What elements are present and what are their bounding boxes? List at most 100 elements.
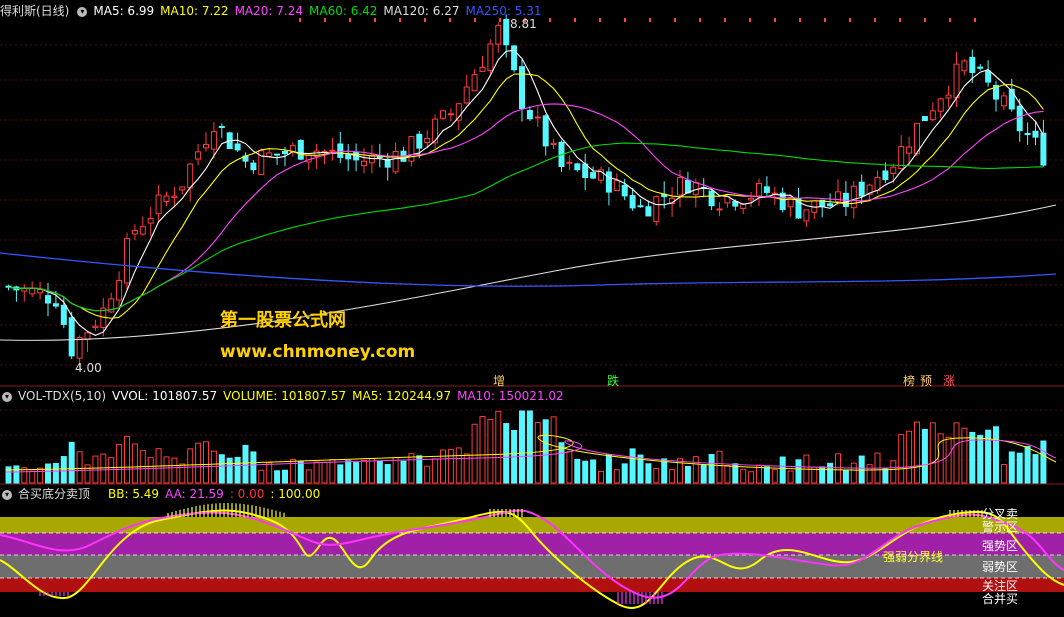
volume-bar	[1040, 440, 1047, 484]
ma-indicator-label: MA120: 6.27	[383, 4, 460, 18]
volume-bar	[590, 459, 597, 484]
volume-bar	[487, 418, 494, 484]
volume-bar	[692, 456, 699, 484]
stock-chart-canvas[interactable]	[0, 0, 1064, 617]
candle-body	[748, 197, 755, 201]
volume-bar	[993, 426, 999, 484]
volume-bar	[226, 457, 233, 484]
candle-body	[345, 154, 352, 160]
candle-body	[163, 195, 170, 203]
candle-body	[1000, 95, 1007, 107]
volume-bar	[534, 422, 541, 484]
candle-body	[929, 110, 936, 121]
volume-bar	[827, 462, 834, 484]
volume-bar	[748, 471, 755, 484]
candle-body	[1040, 132, 1047, 166]
indicator-value-label: : 100.00	[270, 487, 321, 501]
candle-body	[45, 295, 51, 304]
volume-bar	[455, 447, 462, 484]
dropdown-icon[interactable]: ▾	[2, 391, 12, 402]
candle-body	[171, 195, 178, 198]
volume-bar	[921, 428, 928, 484]
candle-body	[503, 18, 510, 46]
volume-bar	[669, 468, 676, 484]
candle-body	[337, 143, 344, 158]
volume-bar	[629, 448, 636, 484]
volume-bar	[582, 460, 589, 484]
volume-bar	[503, 423, 510, 484]
volume-bar	[5, 466, 12, 484]
candle-body	[590, 172, 597, 179]
candle-body	[203, 143, 209, 149]
candle-body	[621, 184, 628, 197]
volume-bar	[771, 469, 778, 484]
volume-indicator-label: MA10: 150021.02	[457, 389, 564, 403]
volume-bar	[890, 460, 897, 484]
volume-bar	[329, 458, 336, 484]
signal-label: 增	[493, 374, 506, 388]
candle-body	[463, 86, 470, 104]
volume-bar	[858, 455, 865, 484]
volume-bar	[1024, 445, 1031, 484]
volume-bar	[52, 463, 59, 484]
volume-bar	[234, 456, 241, 484]
divider-label: 强弱分界线	[883, 550, 944, 564]
volume-bar	[661, 458, 668, 484]
volume-bar	[787, 470, 794, 484]
volume-bar	[914, 421, 920, 484]
volume-title: VOL-TDX(5,10)	[18, 389, 107, 403]
candle-body	[882, 170, 889, 181]
volume-bar	[574, 458, 581, 484]
candle-body	[716, 208, 723, 211]
dropdown-icon[interactable]: ▾	[77, 6, 88, 17]
candle-body	[906, 146, 913, 154]
volume-bar	[724, 464, 731, 484]
volume-bar	[13, 465, 20, 484]
candle-body	[684, 179, 691, 194]
candle-body	[52, 303, 59, 307]
candle-body	[139, 226, 146, 235]
volume-bar	[740, 468, 747, 484]
volume-bar	[210, 450, 217, 484]
candle-body	[629, 195, 636, 209]
candle-body	[329, 149, 336, 152]
volume-bar	[108, 457, 115, 484]
candle-body	[447, 113, 454, 116]
candle-body	[534, 116, 541, 119]
candle-body	[756, 182, 762, 197]
candle-body	[605, 171, 612, 193]
volume-bar	[60, 456, 67, 484]
volume-bar	[400, 460, 407, 484]
dropdown-icon[interactable]: ▾	[2, 489, 12, 500]
volume-bar	[337, 464, 344, 484]
volume-bar	[203, 441, 209, 484]
candle-body	[424, 137, 431, 144]
candle-body	[574, 163, 581, 171]
zone-label: 强势区	[981, 539, 1018, 553]
volume-bar	[440, 449, 446, 484]
ma-indicator-label: MA10: 7.22	[160, 4, 229, 18]
candle-body	[392, 151, 399, 173]
volume-bar	[866, 464, 873, 484]
volume-indicator-label: MA5: 120244.97	[352, 389, 452, 403]
volume-bar	[566, 450, 573, 484]
volume-bar	[645, 463, 652, 484]
candle-body	[550, 142, 557, 145]
signal-label: 跌	[607, 374, 620, 388]
candle-body	[147, 218, 154, 224]
candle-body	[29, 287, 36, 295]
volume-bar	[147, 457, 154, 484]
volume-bar	[850, 462, 857, 484]
volume-bar	[763, 466, 770, 484]
volume-bar	[898, 434, 905, 484]
volume-bar	[171, 457, 178, 484]
volume-bar	[953, 422, 960, 484]
volume-bar	[684, 466, 691, 484]
ma-indicator-label: MA60: 6.42	[309, 4, 378, 18]
volume-bar	[376, 461, 383, 484]
volume-bar	[882, 468, 889, 484]
volume-bar	[479, 416, 486, 484]
candle-body	[195, 151, 202, 160]
volume-indicator-label: VVOL: 101807.57	[112, 389, 218, 403]
volume-bar	[313, 461, 320, 484]
